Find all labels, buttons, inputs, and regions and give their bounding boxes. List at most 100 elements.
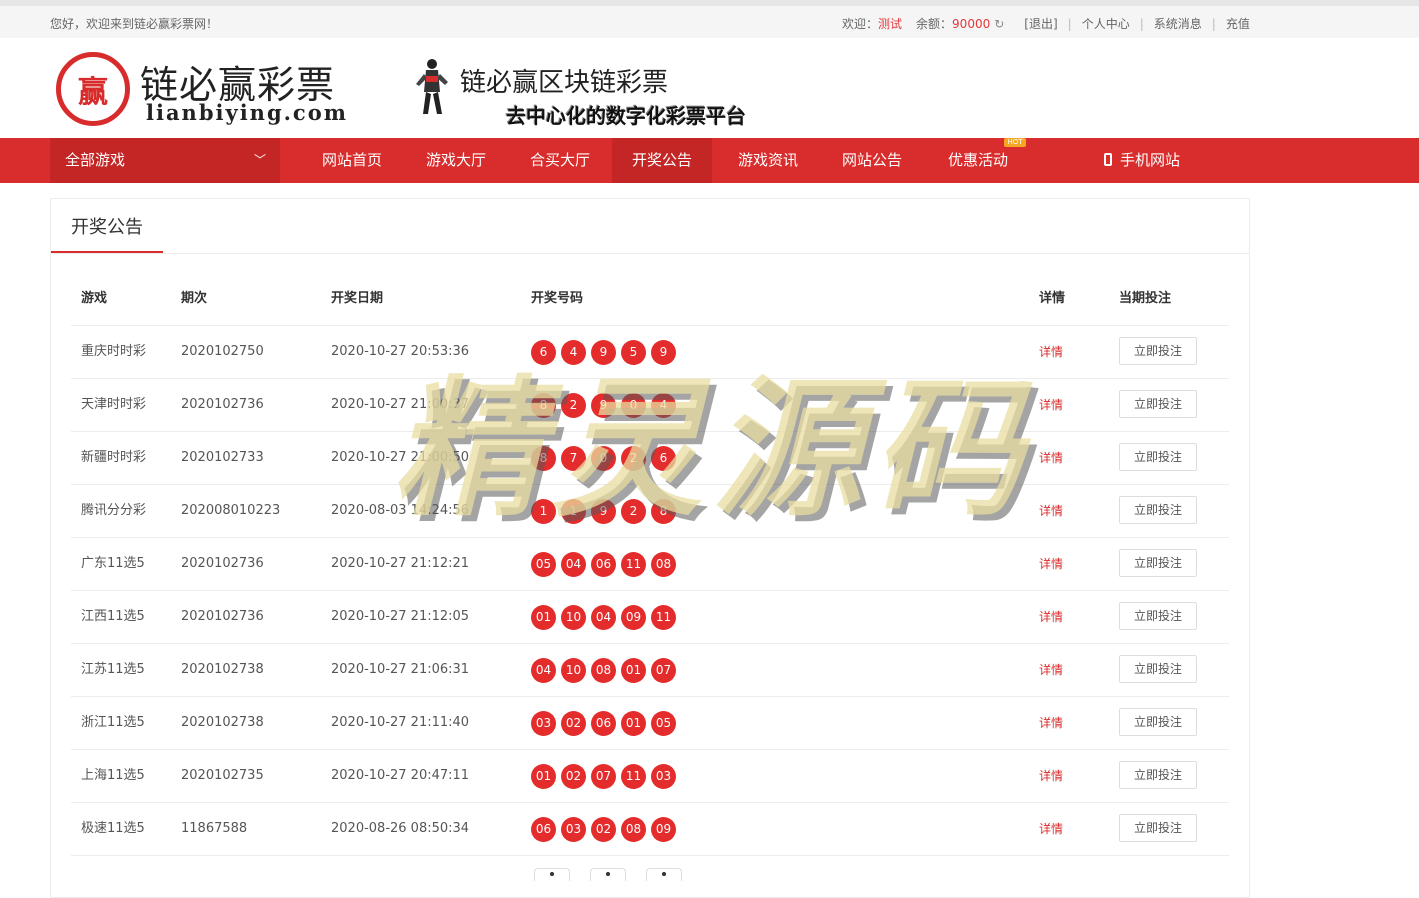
nav-item-home[interactable]: 网站首页 <box>300 138 404 183</box>
all-games-dropdown[interactable]: 全部游戏 ﹀ <box>50 138 280 183</box>
hot-badge: HOT <box>1004 138 1026 147</box>
number-ball: 02 <box>561 764 586 789</box>
draw-date: 2020-10-27 20:53:36 <box>331 344 470 359</box>
logout-link[interactable]: [退出] <box>1024 15 1057 32</box>
detail-link[interactable]: 详情 <box>1039 432 1063 484</box>
game-name: 腾讯分分彩 <box>81 503 147 518</box>
number-ball: 09 <box>621 605 646 630</box>
pagination <box>534 868 702 881</box>
all-games-label: 全部游戏 <box>65 151 126 169</box>
page-button[interactable] <box>590 868 626 881</box>
issue-number: 2020102736 <box>181 556 264 571</box>
game-name: 江苏11选5 <box>81 662 145 677</box>
column-header-issue: 期次 <box>181 291 208 306</box>
game-name: 浙江11选5 <box>81 715 145 730</box>
bet-now-button[interactable]: 立即投注 <box>1119 761 1197 789</box>
bet-now-button[interactable]: 立即投注 <box>1119 708 1197 736</box>
game-name: 广东11选5 <box>81 556 145 571</box>
detail-link[interactable]: 详情 <box>1039 803 1063 855</box>
number-ball: 4 <box>561 340 586 365</box>
table-row: 天津时时彩 2020102736 2020-10-27 21:00:37 8 2 9 0 4 详… <box>71 379 1229 432</box>
detail-link[interactable]: 详情 <box>1039 379 1063 431</box>
issue-number: 2020102738 <box>181 662 264 677</box>
balance-value: 90000 <box>952 16 991 31</box>
draw-date: 2020-08-03 14:24:56 <box>331 503 470 518</box>
number-ball: 08 <box>591 658 616 683</box>
detail-link[interactable]: 详情 <box>1039 644 1063 696</box>
greet-label: 欢迎： <box>842 17 879 31</box>
recharge-link[interactable]: 充值 <box>1226 15 1250 32</box>
bet-now-button[interactable]: 立即投注 <box>1119 443 1197 471</box>
number-ball: 9 <box>591 499 616 524</box>
number-ball: 09 <box>651 817 676 842</box>
personal-center-link[interactable]: 个人中心 <box>1082 15 1130 32</box>
chevron-down-icon: ﹀ <box>253 153 266 167</box>
detail-link[interactable]: 详情 <box>1039 591 1063 643</box>
table-row: 江西11选5 2020102736 2020-10-27 21:12:05 01 10 0… <box>71 591 1229 644</box>
number-ball: 9 <box>591 393 616 418</box>
bet-now-button[interactable]: 立即投注 <box>1119 655 1197 683</box>
winning-numbers: 64959 <box>531 340 681 365</box>
table-row: 极速11选5 11867588 2020-08-26 08:50:34 06 03 02 0… <box>71 803 1229 856</box>
logo-icon[interactable]: 赢 <box>56 52 130 126</box>
nav-item-mobile[interactable]: 手机网站 <box>1090 138 1194 183</box>
panel-title: 开奖公告 <box>51 199 163 253</box>
number-ball: 2 <box>621 499 646 524</box>
table-row: 上海11选5 2020102735 2020-10-27 20:47:11 01 02 0… <box>71 750 1229 803</box>
nav-item-draw-results[interactable]: 开奖公告 <box>612 138 712 183</box>
winning-numbers: 87026 <box>531 446 681 471</box>
system-messages-link[interactable]: 系统消息 <box>1154 15 1202 32</box>
issue-number: 11867588 <box>181 821 248 836</box>
issue-number: 2020102736 <box>181 397 264 412</box>
detail-link[interactable]: 详情 <box>1039 326 1063 378</box>
number-ball: 01 <box>531 764 556 789</box>
nav-item-group-buy[interactable]: 合买大厅 <box>508 138 612 183</box>
refresh-icon[interactable]: ↻ <box>994 17 1004 31</box>
slogan-title: 链必赢区块链彩票 <box>460 68 669 98</box>
number-ball: 05 <box>531 552 556 577</box>
bet-now-button[interactable]: 立即投注 <box>1119 496 1197 524</box>
number-ball: 08 <box>621 817 646 842</box>
number-ball: 6 <box>531 340 556 365</box>
issue-number: 2020102736 <box>181 609 264 624</box>
table-row: 浙江11选5 2020102738 2020-10-27 21:11:40 03 02 0… <box>71 697 1229 750</box>
game-name: 极速11选5 <box>81 821 145 836</box>
top-bar: 您好，欢迎来到链必赢彩票网！ 欢迎： 测试 余额： 90000 ↻ [退出] |… <box>0 0 1419 38</box>
winning-numbers: 11928 <box>531 499 681 524</box>
issue-number: 2020102735 <box>181 768 264 783</box>
page-button[interactable] <box>646 868 682 881</box>
game-name: 天津时时彩 <box>81 397 147 412</box>
bet-now-button[interactable]: 立即投注 <box>1119 602 1197 630</box>
bet-now-button[interactable]: 立即投注 <box>1119 814 1197 842</box>
page-button[interactable] <box>534 868 570 881</box>
number-ball: 03 <box>651 764 676 789</box>
draw-results-panel: 开奖公告 游戏 期次 开奖日期 开奖号码 详情 当期投注 重庆时时彩 202010… <box>50 198 1250 898</box>
nav-item-game-hall[interactable]: 游戏大厅 <box>404 138 508 183</box>
draw-date: 2020-08-26 08:50:34 <box>331 821 470 836</box>
number-ball: 02 <box>591 817 616 842</box>
number-ball: 06 <box>531 817 556 842</box>
winning-numbers: 01 10 04 09 11 <box>531 605 681 630</box>
user-bar: 欢迎： 测试 余额： 90000 ↻ [退出] | 个人中心 | 系统消息 | … <box>842 15 1250 32</box>
detail-link[interactable]: 详情 <box>1039 485 1063 537</box>
column-header-bet: 当期投注 <box>1119 291 1172 306</box>
divider: | <box>1067 16 1072 31</box>
results-table: 游戏 期次 开奖日期 开奖号码 详情 当期投注 重庆时时彩 2020102750 2… <box>71 273 1229 856</box>
bet-now-button[interactable]: 立即投注 <box>1119 390 1197 418</box>
nav-item-game-news[interactable]: 游戏资讯 <box>716 138 820 183</box>
bet-now-button[interactable]: 立即投注 <box>1119 337 1197 365</box>
nav-item-site-notice[interactable]: 网站公告 <box>820 138 924 183</box>
draw-date: 2020-10-27 21:12:21 <box>331 556 470 571</box>
username-link[interactable]: 测试 <box>878 15 902 32</box>
number-ball: 8 <box>531 393 556 418</box>
detail-link[interactable]: 详情 <box>1039 697 1063 749</box>
detail-link[interactable]: 详情 <box>1039 750 1063 802</box>
number-ball: 10 <box>561 658 586 683</box>
bet-now-button[interactable]: 立即投注 <box>1119 549 1197 577</box>
logo-domain: lianbiying.com <box>146 100 348 125</box>
table-row: 重庆时时彩 2020102750 2020-10-27 20:53:36 6 4 9 5 9 详… <box>71 326 1229 379</box>
detail-link[interactable]: 详情 <box>1039 538 1063 590</box>
draw-date: 2020-10-27 21:12:05 <box>331 609 470 624</box>
number-ball: 06 <box>591 711 616 736</box>
number-ball: 01 <box>531 605 556 630</box>
